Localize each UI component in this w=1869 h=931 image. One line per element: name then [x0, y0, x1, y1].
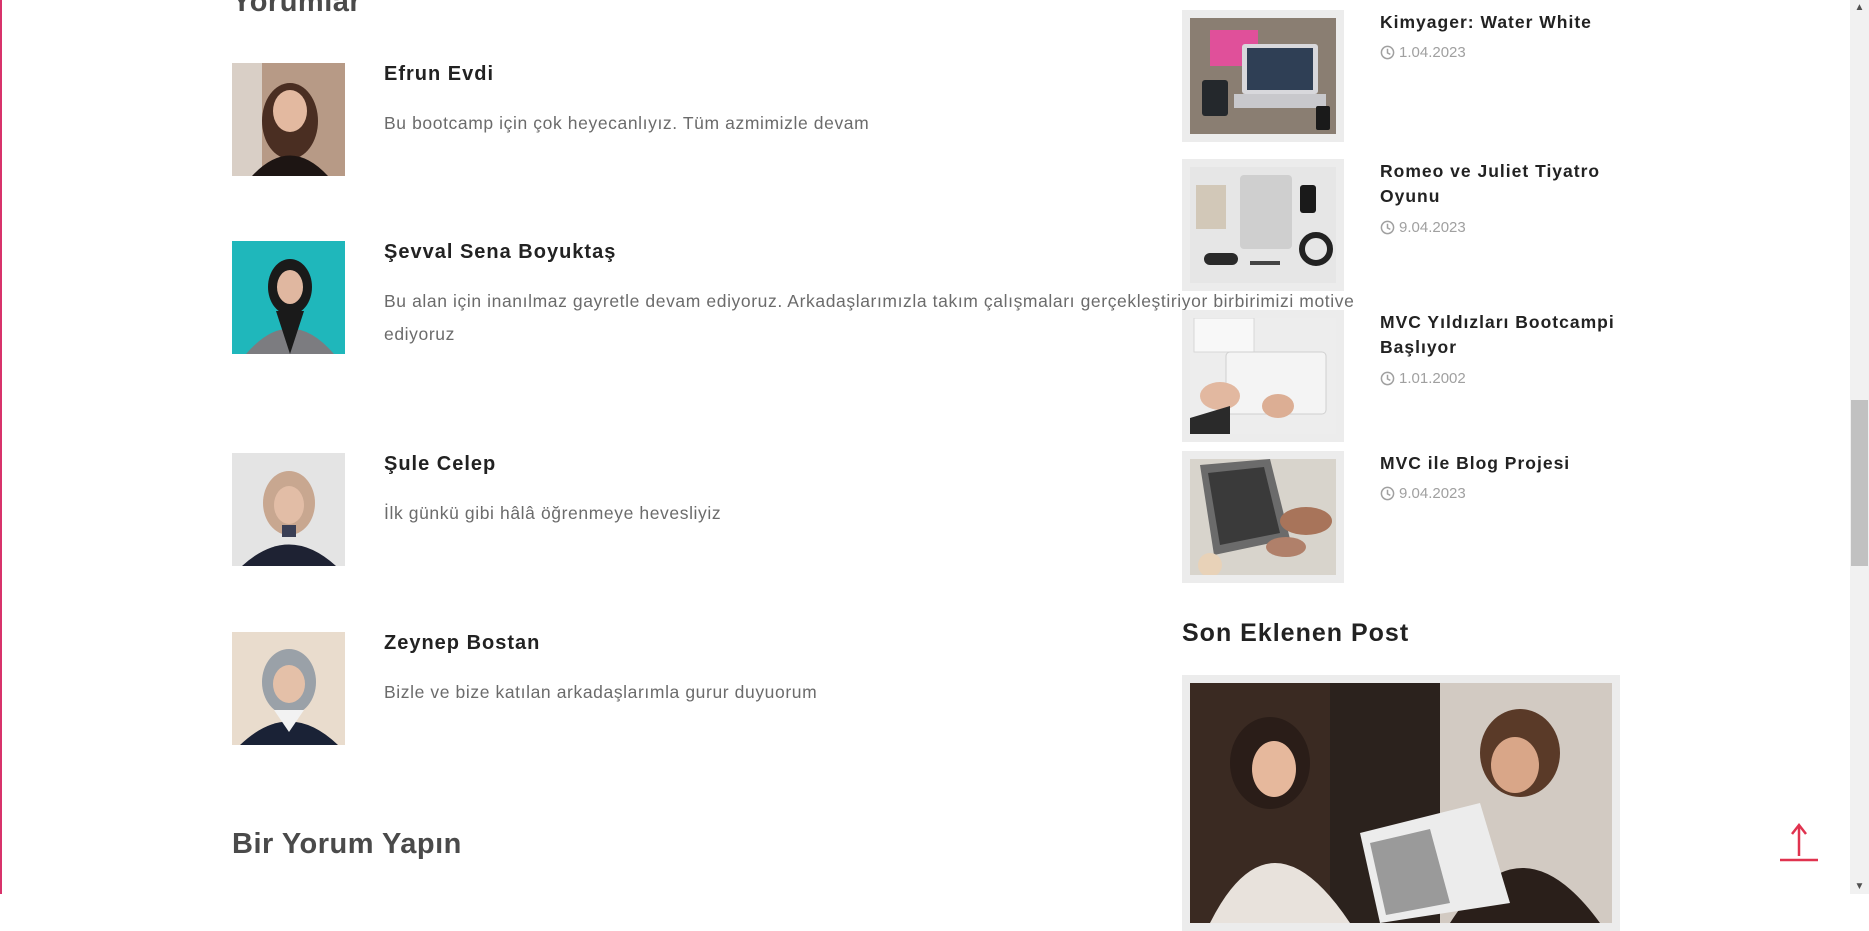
- commenter-avatar: [232, 453, 345, 566]
- post-date: 9.04.2023: [1380, 219, 1466, 236]
- post-title[interactable]: Romeo ve Juliet Tiyatro Oyunu: [1380, 159, 1630, 209]
- commenter-avatar: [232, 241, 345, 354]
- post-thumbnail[interactable]: [1182, 10, 1344, 142]
- scroll-up-arrow-icon[interactable]: ▲: [1853, 1, 1866, 14]
- post-date: 9.04.2023: [1380, 485, 1466, 502]
- post-date: 1.01.2002: [1380, 370, 1466, 387]
- clock-icon: [1380, 45, 1395, 60]
- back-to-top-button[interactable]: [1778, 820, 1820, 862]
- latest-post-heading: Son Eklenen Post: [1182, 619, 1410, 647]
- commenter-name: Şevval Sena Boyuktaş: [384, 241, 617, 263]
- latest-post-image[interactable]: [1182, 675, 1620, 931]
- arrow-up-icon: [1780, 822, 1818, 862]
- scrollbar-thumb[interactable]: [1851, 400, 1868, 566]
- post-title[interactable]: MVC Yıldızları Bootcampi Başlıyor: [1380, 310, 1630, 360]
- post-thumbnail[interactable]: [1182, 451, 1344, 583]
- page-left-border: [0, 0, 2, 894]
- commenter-name: Efrun Evdi: [384, 63, 495, 85]
- post-title[interactable]: MVC ile Blog Projesi: [1380, 451, 1630, 476]
- clock-icon: [1380, 486, 1395, 501]
- commenter-name: Şule Celep: [384, 453, 497, 475]
- comments-heading: Yorumlar: [232, 0, 362, 18]
- commenter-avatar: [232, 63, 345, 176]
- post-title[interactable]: Kimyager: Water White: [1380, 10, 1630, 35]
- comment-form-heading: Bir Yorum Yapın: [232, 828, 462, 860]
- commenter-avatar: [232, 632, 345, 745]
- commenter-name: Zeynep Bostan: [384, 632, 541, 654]
- post-date-text: 1.04.2023: [1399, 44, 1466, 61]
- post-date: 1.04.2023: [1380, 44, 1466, 61]
- post-thumbnail[interactable]: [1182, 310, 1344, 442]
- clock-icon: [1380, 371, 1395, 386]
- post-date-text: 9.04.2023: [1399, 485, 1466, 502]
- scroll-down-arrow-icon[interactable]: ▼: [1853, 880, 1866, 893]
- post-thumbnail[interactable]: [1182, 159, 1344, 291]
- clock-icon: [1380, 220, 1395, 235]
- post-date-text: 1.01.2002: [1399, 370, 1466, 387]
- post-date-text: 9.04.2023: [1399, 219, 1466, 236]
